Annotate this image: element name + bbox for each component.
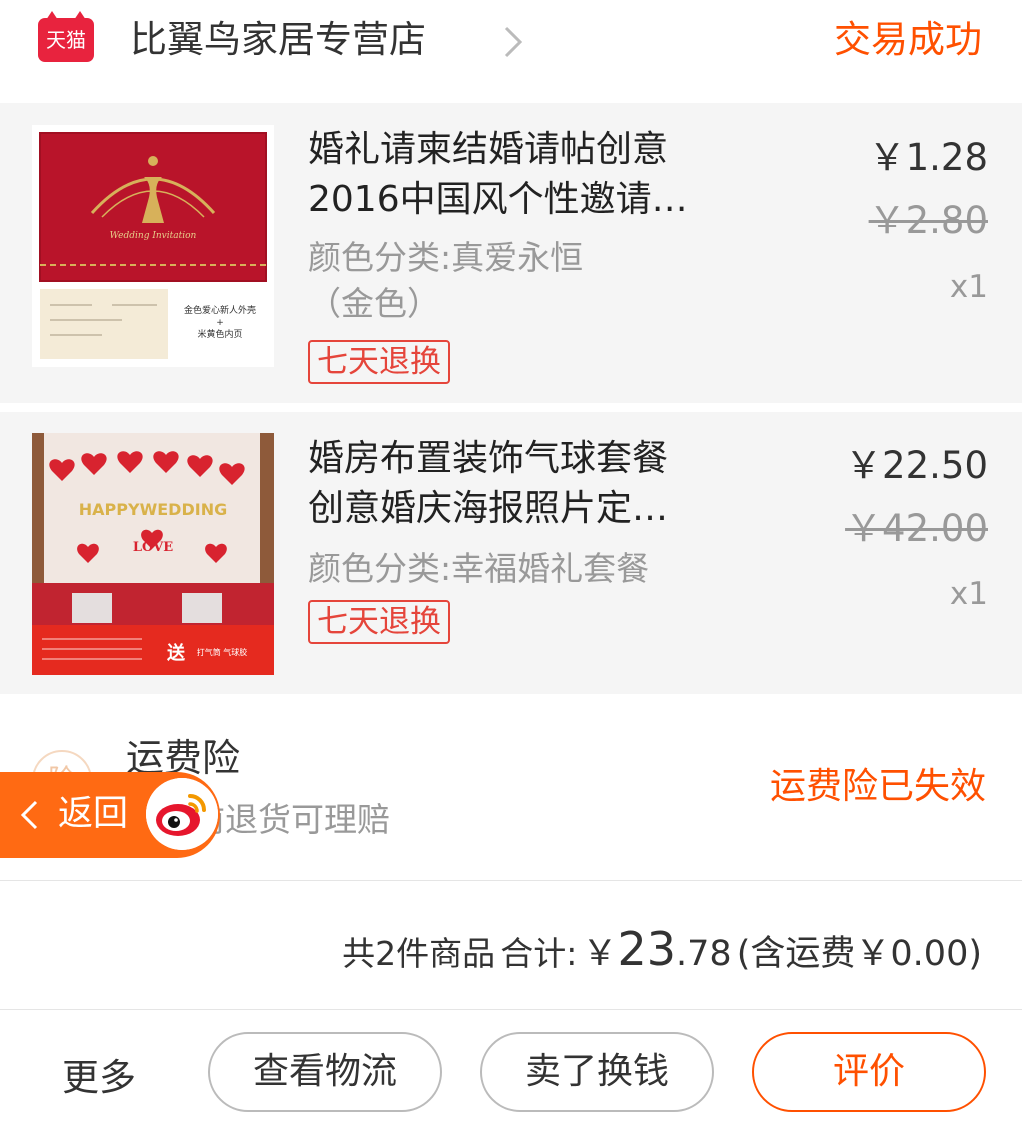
product-title[interactable]: 婚房布置装饰气球套餐 创意婚庆海报照片定…: [308, 434, 748, 534]
resell-button[interactable]: 卖了换钱: [480, 1032, 714, 1112]
thumbnail-caption: Wedding Invitation: [110, 231, 197, 241]
product-thumbnail[interactable]: HAPPYWEDDING LOVE 送 打气筒 气球胶: [32, 433, 274, 675]
return-policy-badge: 七天退换: [308, 340, 450, 384]
item-quantity: x1: [949, 269, 988, 305]
order-item[interactable]: Wedding Invitation 金色爱心新人外壳 + 米黄色内页 婚礼请柬…: [0, 103, 1022, 403]
thumbnail-caption: 金色爱心新人外壳: [184, 304, 256, 316]
item-price: ￥1.28: [868, 136, 988, 179]
action-bar: 更多 查看物流 卖了换钱 评价: [0, 1010, 1022, 1136]
total-label: 合计:: [500, 934, 578, 973]
total-integer: 23: [617, 922, 676, 976]
view-logistics-button[interactable]: 查看物流: [208, 1032, 442, 1112]
thumbnail-caption: +: [216, 318, 224, 328]
product-title-line: 2016中国风个性邀请…: [308, 179, 688, 220]
shipping-fee: (含运费￥0.00): [736, 934, 982, 974]
thumbnail-caption: 米黄色内页: [197, 328, 242, 340]
insurance-status: 运费险已失效: [769, 766, 986, 807]
tmall-logo: 天猫: [38, 11, 94, 62]
product-title-line: 创意婚庆海报照片定…: [308, 488, 669, 529]
order-summary: 共2件商品 合计: ￥23.78 (含运费￥0.00): [0, 881, 1022, 1010]
more-button[interactable]: 更多: [62, 1052, 136, 1104]
thumbnail-caption: LOVE: [133, 540, 173, 555]
return-policy-badge: 七天退换: [308, 600, 450, 644]
total-decimal: .78: [675, 934, 732, 974]
thumbnail-caption: 送: [166, 642, 186, 664]
total-currency: ￥: [582, 934, 618, 974]
weibo-icon[interactable]: [146, 778, 218, 850]
order-total: 共2件商品 合计: ￥23.78 (含运费￥0.00): [342, 919, 982, 990]
order-item[interactable]: HAPPYWEDDING LOVE 送 打气筒 气球胶 婚房布置装饰气球套餐 创…: [0, 412, 1022, 694]
shop-header[interactable]: 天猫 比翼鸟家居专营店 交易成功: [0, 0, 1022, 102]
sku-line: 颜色分类:真爱永恒: [308, 238, 584, 277]
product-sku: 颜色分类:幸福婚礼套餐: [308, 546, 728, 592]
item-count: 共2件商品: [342, 934, 496, 973]
product-title-line: 婚房布置装饰气球套餐: [308, 438, 669, 479]
product-title-line: 婚礼请柬结婚请帖创意: [308, 129, 669, 170]
thumbnail-caption: 打气筒 气球胶: [197, 647, 248, 657]
product-thumbnail[interactable]: Wedding Invitation 金色爱心新人外壳 + 米黄色内页: [32, 125, 274, 367]
sku-line: 颜色分类:幸福婚礼套餐: [308, 549, 650, 588]
sku-line: （金色）: [308, 284, 440, 323]
item-price: ￥22.50: [845, 444, 988, 487]
item-quantity: x1: [949, 576, 988, 612]
back-label: 返回: [58, 794, 129, 834]
item-original-price: ￥42.00: [845, 507, 988, 550]
review-button[interactable]: 评价: [752, 1032, 986, 1112]
order-status: 交易成功: [834, 18, 982, 61]
product-sku: 颜色分类:真爱永恒 （金色）: [308, 235, 648, 327]
chevron-left-icon: [20, 800, 38, 830]
product-title[interactable]: 婚礼请柬结婚请帖创意 2016中国风个性邀请…: [308, 125, 748, 225]
chevron-right-icon[interactable]: [500, 22, 528, 62]
shop-name[interactable]: 比翼鸟家居专营店: [130, 14, 426, 66]
item-original-price: ￥2.80: [868, 199, 988, 242]
thumbnail-caption: HAPPYWEDDING: [79, 500, 227, 519]
